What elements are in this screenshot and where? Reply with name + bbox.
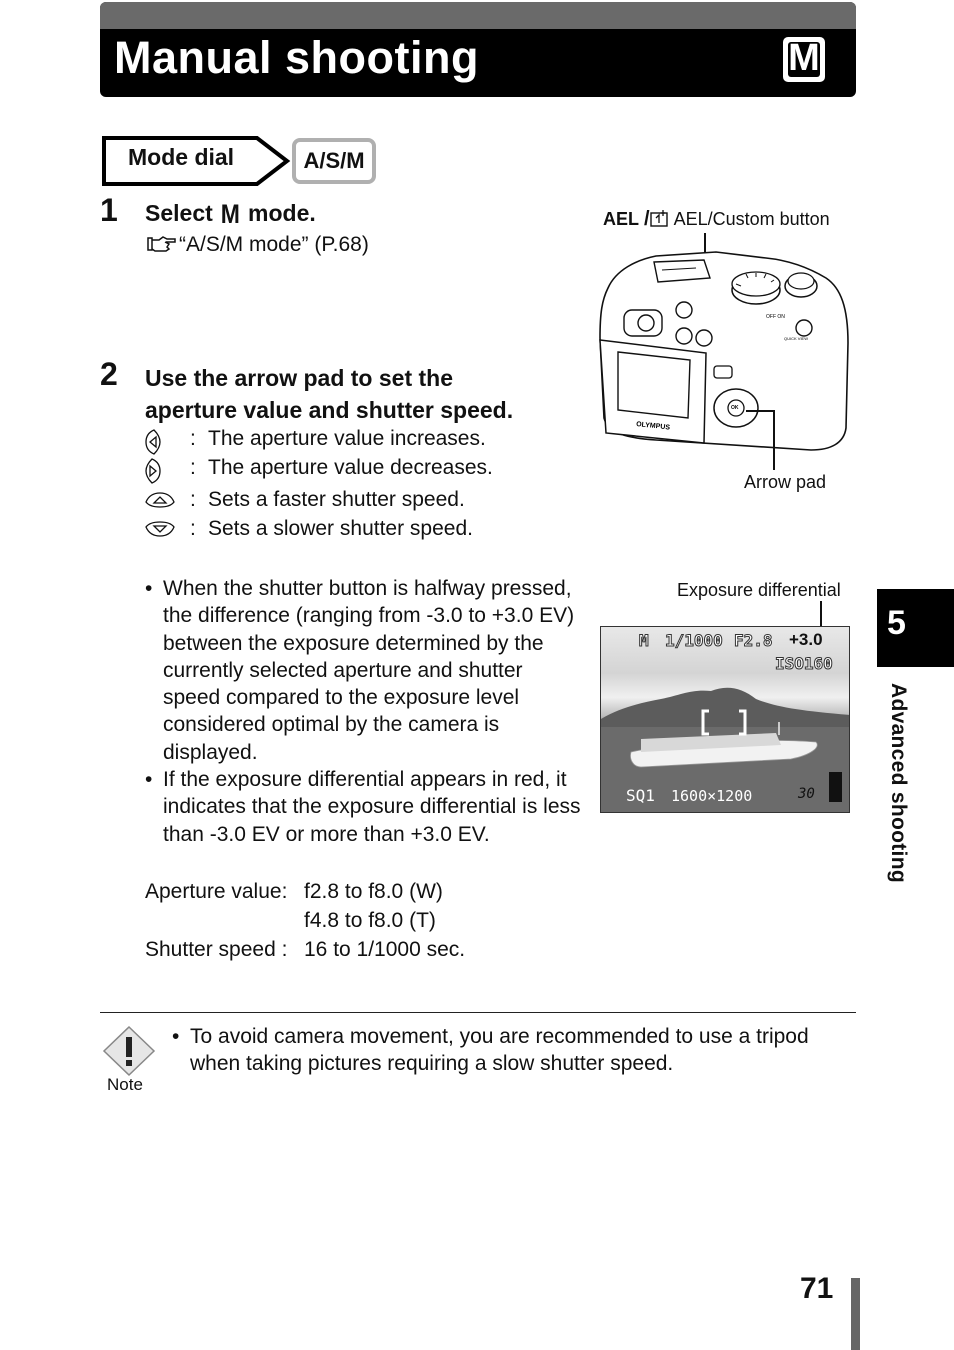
chapter-title: Advanced shooting [887,683,910,883]
camera-back-illustration: OFF ON QUICK VIEW OLYMPUS OK [596,248,856,453]
arrow-pad-callout: Arrow pad [744,472,827,492]
lcd-shutter-speed: 1/1000 [665,631,724,651]
lcd-iso: ISO160 [775,654,834,674]
arrow-action-text: Sets a faster shutter speed. [208,488,465,511]
pointing-hand-reference-icon [147,233,177,252]
note-warning-icon [102,1025,156,1077]
arrow-action-text: Sets a slower shutter speed. [208,517,473,540]
bullet-item: • If the exposure differential appears i… [145,768,581,846]
svg-text:OFF ON: OFF ON [766,314,785,320]
arrow-action-text: The aperture value decreases. [208,456,493,479]
arrow-pad-leader-v [773,410,775,470]
lcd-mode: M [639,631,650,651]
arrow-up-icon [145,490,177,514]
page-header-banner: Manual shooting M [100,2,856,97]
lcd-shots-remaining: 30 [798,786,815,802]
bullet-item: • When the shutter button is halfway pre… [145,577,575,764]
note-text: • To avoid camera movement, you are reco… [172,1025,809,1075]
svg-text:QUICK VIEW: QUICK VIEW [784,336,808,341]
page-number-bar [851,1278,860,1350]
step-2-bullet-list: • When the shutter button is halfway pre… [145,575,585,848]
chapter-number: 5 [887,604,906,642]
mode-dial-setting-badge: A/S/M [292,138,376,184]
note-label: Note [107,1075,143,1094]
step-1-number: 1 [100,192,118,228]
lcd-screen-figure: M 1/1000 F2.8 +3.0 ISO160 SQ1 1600×1200 … [600,626,850,813]
note-divider [100,1012,856,1013]
page-title: Manual shooting [114,32,479,83]
manual-mode-letter-icon: M [220,199,240,229]
svg-text:OK: OK [731,405,739,411]
page-number: 71 [800,1272,834,1305]
step-1-reference[interactable]: “A/S/M mode” (P.68) [147,231,369,258]
mode-dial-label: Mode dial [128,144,235,170]
exposure-differential-callout: Exposure differential [677,580,841,600]
arrow-down-icon [145,519,177,543]
arrow-right-icon [145,458,177,484]
lcd-aperture: F2.8 [734,631,774,651]
step-2-number: 2 [100,356,118,392]
reference-link-text[interactable]: “A/S/M mode” (P.68) [179,233,369,256]
step-2-title: Use the arrow pad to set the aperture va… [145,365,514,423]
banner-top-strip [100,2,856,29]
step-1-title: Select M mode. [145,199,316,229]
lcd-exposure-differential: +3.0 [789,630,823,649]
arrow-pad-leader-h [746,410,774,412]
manual-mode-icon: M [783,37,825,82]
custom-button-icon [649,209,670,229]
arrow-left-icon [145,429,177,455]
lcd-quality: SQ1 [626,786,655,805]
lcd-resolution: 1600×1200 [671,787,753,805]
ael-callout: AEL / AEL/Custom button [603,208,830,230]
arrow-action-text: The aperture value increases. [208,427,486,450]
